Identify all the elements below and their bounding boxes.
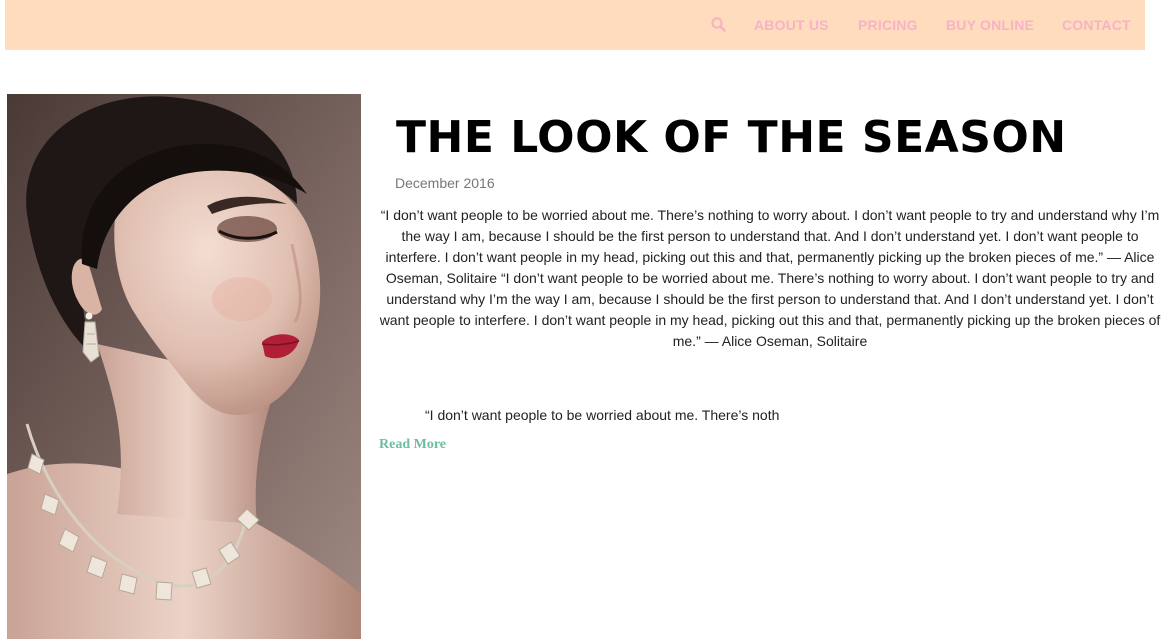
- post-date: December 2016: [395, 175, 495, 191]
- nav-link-pricing[interactable]: PRICING: [858, 17, 918, 33]
- nav-link-about-us[interactable]: ABOUT US: [754, 17, 829, 33]
- top-navbar: ABOUT US PRICING BUY ONLINE CONTACT: [5, 0, 1145, 50]
- post-body-text: “I don’t want people to be worried about…: [379, 207, 1161, 349]
- nav-link-contact[interactable]: CONTACT: [1062, 17, 1131, 33]
- read-more-link[interactable]: Read More: [379, 437, 446, 453]
- post-title: THE LOOK OF THE SEASON: [396, 112, 1067, 163]
- post-excerpt: “I don’t want people to be worried about…: [425, 407, 780, 423]
- model-portrait-image: [7, 94, 361, 639]
- search-icon[interactable]: [710, 16, 728, 34]
- nav-link-buy-online[interactable]: BUY ONLINE: [946, 17, 1034, 33]
- model-portrait-illustration: [7, 94, 361, 639]
